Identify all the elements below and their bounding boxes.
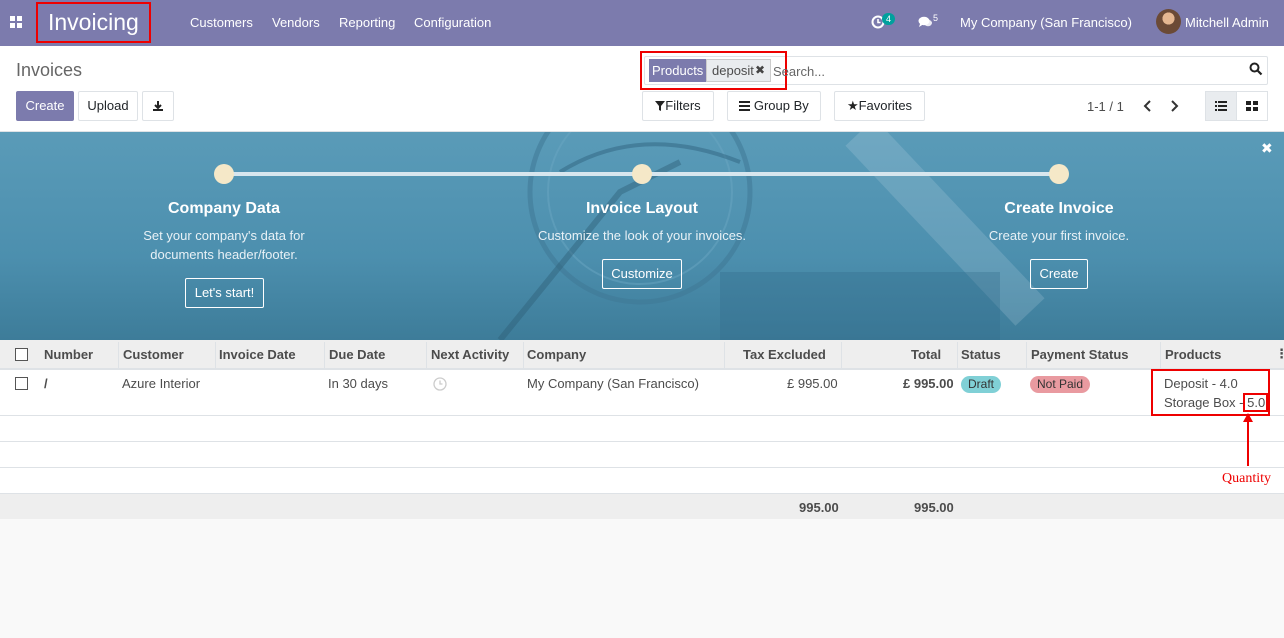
step-dot-company-data xyxy=(214,164,234,184)
step-title-invoice-layout: Invoice Layout xyxy=(585,200,699,217)
download-button[interactable] xyxy=(142,91,174,121)
favorites-label: Favorites xyxy=(858,98,913,113)
progress-line-2 xyxy=(642,172,1060,176)
next-activity-clock-icon[interactable] xyxy=(433,377,447,391)
pager-previous-icon[interactable] xyxy=(1140,97,1156,115)
onboarding-banner: ✖ Company Data Set your company's data f… xyxy=(0,132,1284,340)
step-desc-company-data: Set your company's data for documents he… xyxy=(143,228,305,262)
column-invoice-date[interactable]: Invoice Date xyxy=(219,347,296,362)
step-desc-create-invoice: Create your first invoice. xyxy=(988,228,1130,243)
empty-row xyxy=(0,416,1284,442)
step-desc-invoice-layout: Customize the look of your invoices. xyxy=(537,228,747,243)
banner-close-icon[interactable]: ✖ xyxy=(1261,140,1273,157)
column-products[interactable]: Products xyxy=(1165,347,1221,362)
menu-customers[interactable]: Customers xyxy=(190,15,253,30)
payment-status-badge: Not Paid xyxy=(1030,376,1091,393)
empty-row xyxy=(0,468,1284,494)
column-separator xyxy=(1160,342,1161,368)
download-icon xyxy=(153,101,163,111)
group-by-button[interactable]: Group By xyxy=(727,91,821,121)
menu-configuration[interactable]: Configuration xyxy=(414,15,491,30)
column-customer[interactable]: Customer xyxy=(123,347,184,362)
column-separator xyxy=(523,342,524,368)
cell-number: / xyxy=(44,376,48,391)
column-separator xyxy=(118,342,119,368)
status-badge: Draft xyxy=(961,376,1002,393)
activity-count-badge: 4 xyxy=(882,13,896,25)
lets-start-button[interactable]: Let's start! xyxy=(185,278,264,308)
user-avatar[interactable] xyxy=(1156,9,1181,34)
filter-funnel-icon xyxy=(655,101,666,111)
cell-company: My Company (San Francisco) xyxy=(527,376,699,391)
column-payment-status[interactable]: Payment Status xyxy=(1031,347,1129,362)
column-separator xyxy=(215,342,216,368)
menu-vendors[interactable]: Vendors xyxy=(272,15,320,30)
page-title: Invoices xyxy=(16,60,83,80)
favorites-button[interactable]: ★Favorites xyxy=(834,91,925,121)
column-company[interactable]: Company xyxy=(527,347,586,362)
step-dot-invoice-layout xyxy=(632,164,652,184)
upload-button[interactable]: Upload xyxy=(78,91,138,121)
user-menu[interactable]: Mitchell Admin xyxy=(1185,15,1269,30)
column-separator xyxy=(1026,342,1027,368)
column-total[interactable]: Total xyxy=(911,347,941,362)
table-totals-row: 995.00 995.00 xyxy=(0,494,1284,519)
column-number[interactable]: Number xyxy=(44,347,93,362)
column-separator xyxy=(324,342,325,368)
create-button[interactable]: Create xyxy=(16,91,74,121)
progress-line-1 xyxy=(224,172,642,176)
table-row[interactable]: / Azure Interior In 30 days My Company (… xyxy=(0,370,1284,416)
total-amount: 995.00 xyxy=(914,500,954,515)
kanban-view-icon xyxy=(1246,101,1258,111)
apps-menu-icon[interactable] xyxy=(10,16,22,28)
facet-remove-icon[interactable]: ✖ xyxy=(755,63,765,77)
pager-value[interactable]: 1-1 / 1 xyxy=(1087,99,1124,114)
cell-customer: Azure Interior xyxy=(122,376,201,391)
table-header: Number Customer Invoice Date Due Date Ne… xyxy=(0,340,1284,370)
step-title-company-data: Company Data xyxy=(167,200,281,217)
column-separator xyxy=(957,342,958,368)
company-switcher[interactable]: My Company (San Francisco) xyxy=(960,15,1132,30)
top-navbar: Invoicing Customers Vendors Reporting Co… xyxy=(0,0,1284,46)
star-icon: ★ xyxy=(846,98,859,113)
group-by-label: Group By xyxy=(753,98,809,113)
column-tax-excluded[interactable]: Tax Excluded xyxy=(743,347,826,362)
step-title-create-invoice: Create Invoice xyxy=(1004,200,1114,217)
kanban-view-button[interactable] xyxy=(1236,91,1268,121)
empty-row xyxy=(0,442,1284,468)
pager-next-icon[interactable] xyxy=(1166,97,1182,115)
optional-columns-icon[interactable]: ⋮ xyxy=(1275,346,1284,362)
filters-button[interactable]: Filters xyxy=(642,91,714,121)
column-separator xyxy=(724,342,725,368)
search-icon[interactable] xyxy=(1249,62,1263,76)
annotation-arrow-line xyxy=(1247,418,1249,466)
messages-chat-icon[interactable] xyxy=(918,16,933,28)
step-dot-create-invoice xyxy=(1049,164,1069,184)
messages-count-badge: 5 xyxy=(933,13,939,23)
row-checkbox[interactable] xyxy=(15,377,28,390)
search-facet-label: Products xyxy=(649,59,707,82)
column-next-activity[interactable]: Next Activity xyxy=(431,347,509,362)
create-invoice-button[interactable]: Create xyxy=(1030,259,1088,289)
annotation-quantity-label: Quantity xyxy=(1222,471,1271,486)
cell-due-date: In 30 days xyxy=(328,376,388,391)
select-all-checkbox[interactable] xyxy=(15,348,28,361)
control-panel: Invoices Create Upload Products deposit … xyxy=(0,46,1284,132)
menu-reporting[interactable]: Reporting xyxy=(339,15,395,30)
cell-tax-excluded: £ 995.00 xyxy=(787,376,838,391)
group-by-bars-icon xyxy=(739,101,751,111)
search-input[interactable] xyxy=(773,61,1243,81)
column-separator xyxy=(426,342,427,368)
filters-label: Filters xyxy=(665,98,701,113)
customize-button[interactable]: Customize xyxy=(602,259,682,289)
list-view-icon xyxy=(1215,101,1227,111)
total-tax-excluded: 995.00 xyxy=(799,500,839,515)
quantity-highlight-frame xyxy=(1243,393,1268,412)
list-view-button[interactable] xyxy=(1205,91,1237,121)
column-due-date[interactable]: Due Date xyxy=(329,347,385,362)
app-brand[interactable]: Invoicing xyxy=(36,2,151,43)
column-separator xyxy=(841,342,842,368)
column-status[interactable]: Status xyxy=(961,347,1001,362)
cell-total: £ 995.00 xyxy=(903,376,954,391)
